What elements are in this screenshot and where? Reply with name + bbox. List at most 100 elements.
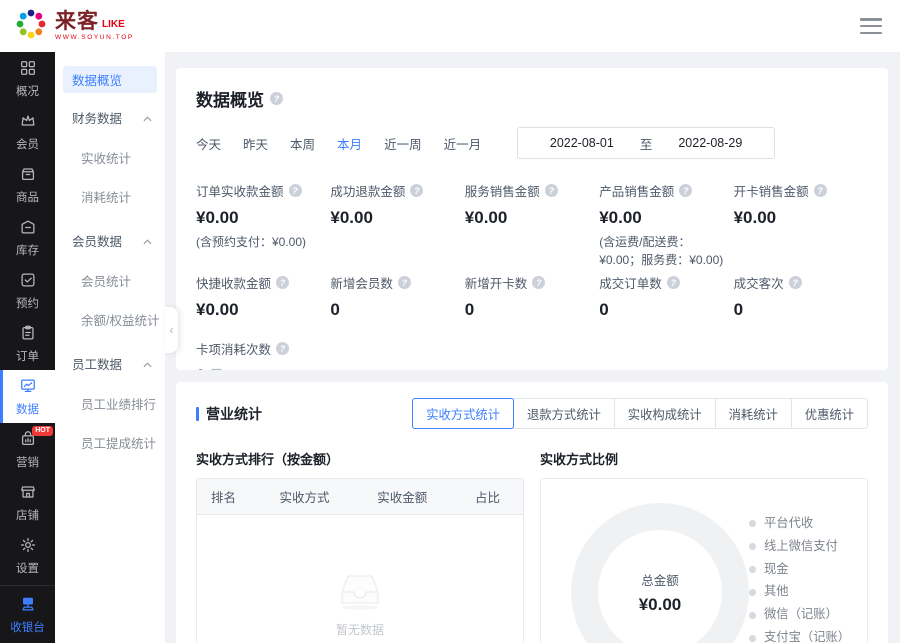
tab-refund-method-stats[interactable]: 退款方式统计 xyxy=(513,398,615,429)
cash-register-icon xyxy=(19,595,37,616)
view-detail-icon[interactable] xyxy=(210,366,223,370)
subnav-group-finance[interactable]: 财务数据 xyxy=(55,97,165,138)
stat-note: (含预约支付：¥0.00) xyxy=(196,233,320,251)
stat-label: 成交订单数 xyxy=(599,273,662,292)
date-tab-last-week[interactable]: 近一周 xyxy=(384,134,422,153)
app-window: 来客 LIKE WWW.SOYUN.TOP 概况 会员 商品 xyxy=(0,0,900,643)
sidebar-item-data[interactable]: 数据 xyxy=(0,370,55,423)
legend-item[interactable]: 平台代收 xyxy=(749,515,845,533)
help-icon[interactable]: ? xyxy=(410,184,423,197)
date-tab-last-month[interactable]: 近一月 xyxy=(444,134,482,153)
help-icon[interactable]: ? xyxy=(667,276,680,289)
stats-row-1: 订单实收款金额? ¥0.00 (含预约支付：¥0.00) 成功退款金额? ¥0.… xyxy=(196,181,868,269)
business-tab-group: 实收方式统计 退款方式统计 实收构成统计 消耗统计 优惠统计 xyxy=(412,398,868,429)
sidebar-item-label: 商品 xyxy=(16,189,39,205)
sidebar-item-members[interactable]: 会员 xyxy=(0,105,55,158)
business-card-title: 营业统计 xyxy=(206,404,262,424)
sidebar-item-marketing[interactable]: HOT 营销 xyxy=(0,423,55,476)
help-icon[interactable]: ? xyxy=(814,184,827,197)
sidebar-item-booking[interactable]: 预约 xyxy=(0,264,55,317)
sidebar-item-settings[interactable]: 设置 xyxy=(0,529,55,582)
stat-card-sales: 开卡销售金额? ¥0.00 xyxy=(734,181,868,269)
subnav-group-members[interactable]: 会员数据 xyxy=(55,220,165,261)
stats-row-3: 卡项消耗次数? 0 xyxy=(196,339,868,370)
chevron-up-icon xyxy=(143,111,152,125)
help-icon[interactable]: ? xyxy=(679,184,692,197)
date-range-start[interactable]: 2022-08-01 xyxy=(550,136,614,150)
sidebar-item-orders[interactable]: 订单 xyxy=(0,317,55,370)
legend-label: 线上微信支付 xyxy=(764,538,838,556)
tab-receipt-method-stats[interactable]: 实收方式统计 xyxy=(412,398,514,429)
clipboard-icon xyxy=(19,324,37,345)
crown-icon xyxy=(19,112,37,133)
sidebar-item-products[interactable]: 商品 xyxy=(0,158,55,211)
subnav-item-staff-rank[interactable]: 员工业绩排行 xyxy=(55,384,165,423)
stat-label: 成交客次 xyxy=(734,273,784,292)
legend-item[interactable]: 现金 xyxy=(749,561,845,579)
legend-label: 其他 xyxy=(764,583,789,601)
subnav-item-staff-commission[interactable]: 员工提成统计 xyxy=(55,423,165,462)
date-tab-today[interactable]: 今天 xyxy=(196,134,221,153)
subnav-item-label: 实收统计 xyxy=(81,152,131,166)
subnav-item-member-stats[interactable]: 会员统计 xyxy=(55,261,165,300)
subnav-item-consume-stats[interactable]: 消耗统计 xyxy=(55,177,165,216)
subnav-item-label: 数据概览 xyxy=(72,70,122,89)
tab-discount-stats[interactable]: 优惠统计 xyxy=(791,398,868,429)
subnav-group-staff[interactable]: 员工数据 xyxy=(55,343,165,384)
legend-item[interactable]: 支付宝（记账） xyxy=(749,629,845,643)
stat-label: 服务销售金额 xyxy=(465,181,540,200)
sidebar-collapse-handle[interactable]: ‹ xyxy=(165,307,178,353)
chevron-up-icon xyxy=(143,357,152,371)
subnav-item-data-overview[interactable]: 数据概览 xyxy=(63,66,157,93)
sidebar-item-cashier[interactable]: 收银台 xyxy=(0,586,55,643)
sidebar-item-inventory[interactable]: 库存 xyxy=(0,211,55,264)
stat-label: 新增开卡数 xyxy=(465,273,528,292)
help-icon[interactable]: ? xyxy=(270,92,283,105)
help-icon[interactable]: ? xyxy=(398,276,411,289)
stat-value: 0 xyxy=(599,300,723,320)
stat-service-sales: 服务销售金额? ¥0.00 xyxy=(465,181,599,269)
stat-label: 成功退款金额 xyxy=(330,181,405,200)
legend-item[interactable]: 线上微信支付 xyxy=(749,538,845,556)
date-tab-yesterday[interactable]: 昨天 xyxy=(243,134,268,153)
date-tab-this-month[interactable]: 本月 xyxy=(337,134,362,153)
column-rank: 排名 xyxy=(197,487,265,506)
sidebar-bottom: 收银台 xyxy=(0,585,55,643)
legend-dot xyxy=(749,635,756,642)
legend-item[interactable]: 其他 xyxy=(749,583,845,601)
help-icon[interactable]: ? xyxy=(276,276,289,289)
stat-label: 产品销售金额 xyxy=(599,181,674,200)
subnav-item-balance-stats[interactable]: 余额/权益统计 xyxy=(55,300,165,339)
legend-dot xyxy=(749,612,756,619)
monitor-chart-icon xyxy=(19,377,37,398)
sidebar-item-overview[interactable]: 概况 xyxy=(0,52,55,105)
sidebar-item-shop[interactable]: 店铺 xyxy=(0,476,55,529)
legend-item[interactable]: 微信（记账） xyxy=(749,606,845,624)
ranking-table-header: 排名 实收方式 实收金额 占比 xyxy=(197,479,523,515)
legend-dot xyxy=(749,520,756,527)
stat-label: 快捷收款金额 xyxy=(196,273,271,292)
legend-label: 现金 xyxy=(764,561,789,579)
subnav-group-label: 员工数据 xyxy=(72,354,122,373)
logo-link[interactable]: 来客 LIKE WWW.SOYUN.TOP xyxy=(14,7,134,46)
tab-receipt-composition-stats[interactable]: 实收构成统计 xyxy=(614,398,716,429)
warehouse-icon xyxy=(19,218,37,239)
tab-consume-stats[interactable]: 消耗统计 xyxy=(715,398,792,429)
sidebar-item-label: 数据 xyxy=(16,401,39,417)
stat-label: 卡项消耗次数 xyxy=(196,339,271,358)
menu-hamburger-icon[interactable] xyxy=(860,18,882,34)
column-method: 实收方式 xyxy=(265,487,363,506)
help-icon[interactable]: ? xyxy=(789,276,802,289)
sidebar-item-label: 收银台 xyxy=(10,619,45,635)
date-tab-this-week[interactable]: 本周 xyxy=(290,134,315,153)
main-content: 数据概览 ? 今天 昨天 本周 本月 近一周 近一月 2022-08-01 至 … xyxy=(165,52,900,643)
subnav-group-label: 会员数据 xyxy=(72,231,122,250)
date-range-end[interactable]: 2022-08-29 xyxy=(678,136,742,150)
logo-name-cn: 来客 xyxy=(55,11,99,32)
subnav-item-receipt-stats[interactable]: 实收统计 xyxy=(55,138,165,177)
help-icon[interactable]: ? xyxy=(276,342,289,355)
help-icon[interactable]: ? xyxy=(545,184,558,197)
help-icon[interactable]: ? xyxy=(289,184,302,197)
help-icon[interactable]: ? xyxy=(532,276,545,289)
date-range-picker[interactable]: 2022-08-01 至 2022-08-29 xyxy=(517,127,775,159)
